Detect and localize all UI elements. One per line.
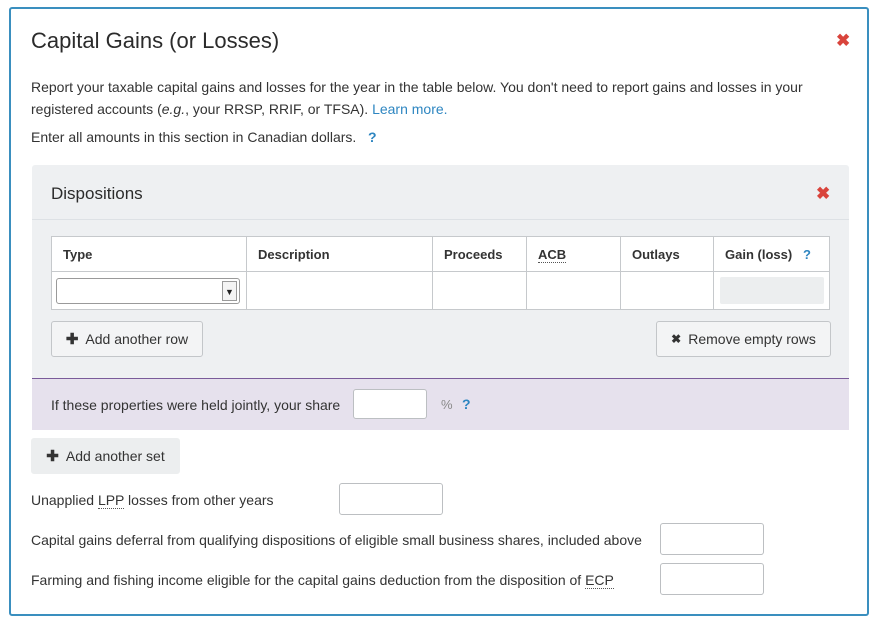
type-cell: ▼ xyxy=(51,271,247,310)
section-title: Capital Gains (or Losses) xyxy=(31,28,280,53)
intro-text: Report your taxable capital gains and lo… xyxy=(31,79,803,117)
close-dispositions-icon[interactable]: ✖ xyxy=(816,185,830,202)
remove-empty-rows-button[interactable]: ✖ Remove empty rows xyxy=(656,321,831,357)
percent-unit: % xyxy=(441,397,453,412)
column-header-description: Description xyxy=(246,236,433,272)
gain-readonly-field xyxy=(720,277,824,304)
dispositions-table: Type Description Proceeds ACB Outlays Ga… xyxy=(51,236,830,310)
farming-input[interactable] xyxy=(660,563,764,595)
joint-help-icon[interactable]: ? xyxy=(462,396,471,412)
outlays-cell[interactable] xyxy=(620,271,714,310)
gain-cell xyxy=(713,271,830,310)
proceeds-cell[interactable] xyxy=(432,271,527,310)
column-header-gain: Gain (loss) ? xyxy=(713,236,830,272)
table-header-row: Type Description Proceeds ACB Outlays Ga… xyxy=(51,236,830,272)
table-row: ▼ xyxy=(51,271,830,310)
lpp-losses-input[interactable] xyxy=(339,483,443,515)
add-row-button[interactable]: ✚ Add another row xyxy=(51,321,203,357)
close-section-icon[interactable]: ✖ xyxy=(836,32,850,49)
deferral-label: Capital gains deferral from qualifying d… xyxy=(31,532,642,548)
deferral-input[interactable] xyxy=(660,523,764,555)
dropdown-arrow-icon[interactable]: ▼ xyxy=(222,280,237,301)
lpp-abbr: LPP xyxy=(97,492,125,509)
learn-more-link[interactable]: Learn more. xyxy=(372,101,447,117)
acb-cell[interactable] xyxy=(526,271,621,310)
dispositions-title: Dispositions xyxy=(51,184,143,203)
column-header-type: Type xyxy=(51,236,247,272)
plus-icon: ✚ xyxy=(65,331,79,348)
plus-icon: ✚ xyxy=(46,448,59,465)
currency-help-icon[interactable]: ? xyxy=(368,129,377,145)
gain-help-icon[interactable]: ? xyxy=(803,247,811,262)
remove-icon: ✖ xyxy=(671,332,682,346)
farming-label: Farming and fishing income eligible for … xyxy=(31,572,614,589)
description-cell[interactable] xyxy=(246,271,433,310)
joint-share-bar: If these properties were held jointly, y… xyxy=(32,378,849,430)
column-header-acb: ACB xyxy=(526,236,621,272)
joint-share-label: If these properties were held jointly, y… xyxy=(51,397,341,413)
currency-note: Enter all amounts in this section in Can… xyxy=(31,129,377,145)
column-header-proceeds: Proceeds xyxy=(432,236,527,272)
lpp-label: Unapplied LPP losses from other years xyxy=(31,492,274,509)
acb-abbr: ACB xyxy=(538,246,567,263)
ecp-abbr: ECP xyxy=(585,572,614,589)
column-header-outlays: Outlays xyxy=(620,236,714,272)
joint-share-input[interactable] xyxy=(353,389,427,419)
add-set-button[interactable]: ✚ Add another set xyxy=(31,438,180,474)
dispositions-header: Dispositions ✖ xyxy=(32,165,849,220)
type-select[interactable]: ▼ xyxy=(56,277,240,304)
capital-gains-panel: Capital Gains (or Losses) ✖ Report your … xyxy=(9,7,869,616)
